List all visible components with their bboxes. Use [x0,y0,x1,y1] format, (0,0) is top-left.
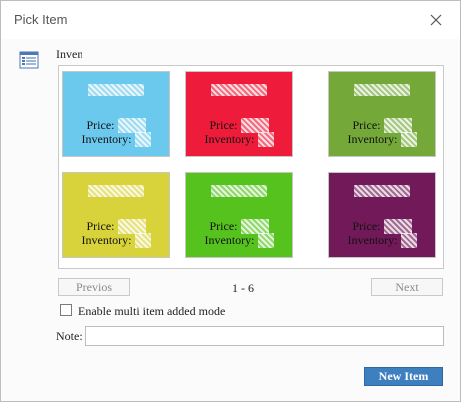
note-input[interactable] [85,326,444,346]
item-tile[interactable]: xxxxxxxx Price: 0000 Inventory: 00 [185,71,293,157]
item-name: xxxxxxxx [186,84,292,96]
close-button[interactable] [425,9,447,31]
item-name: xxxxxxxx [63,185,169,197]
item-inventory: Inventory: 00 [186,132,292,147]
item-name: xxxxxxxx [186,185,292,197]
multi-item-mode-checkbox[interactable] [60,304,72,316]
item-tile[interactable]: xxxxxxxx Price: 0000 Inventory: 00 [62,71,170,157]
note-label: Note: [56,329,83,343]
item-grid: xxxxxxxx Price: 0000 Inventory: 00 xxxxx… [58,65,444,269]
new-item-button[interactable]: New Item [364,367,443,386]
item-inventory: Inventory: 00 [186,233,292,248]
item-price: Price: 0000 [63,118,169,133]
item-price: Price: 0000 [329,118,435,133]
item-tile[interactable]: xxxxxxxx Price: 0000 Inventory: 00 [62,172,170,258]
next-button[interactable]: Next [371,278,443,296]
item-tile[interactable]: xxxxxxxx Price: 0000 Inventory: 00 [185,172,293,258]
item-inventory: Inventory: 00 [63,132,169,147]
item-inventory: Inventory: 00 [329,132,435,147]
title-bar: Pick Item [1,1,460,39]
item-name: xxxxxxxx [329,185,435,197]
section-label: Inventory [56,47,82,61]
item-price: Price: 0000 [63,219,169,234]
item-name: xxxxxxxx [329,84,435,96]
item-inventory: Inventory: 00 [329,233,435,248]
previous-button[interactable]: Previos [58,278,130,296]
pick-item-dialog: Pick Item Inventory xxxxxxxx Price: 0000… [0,0,461,402]
item-tile[interactable]: xxxxxxxx Price: 0000 Inventory: 00 [328,71,436,157]
item-price: Price: 0000 [186,219,292,234]
close-icon [430,14,442,26]
item-tile[interactable]: xxxxxxxx Price: 0000 Inventory: 00 [328,172,436,258]
multi-item-mode-label: Enable multi item added mode [78,304,226,318]
page-range: 1 - 6 [232,281,254,295]
item-name: xxxxxxxx [63,84,169,96]
item-price: Price: 0000 [186,118,292,133]
document-list-icon [19,51,39,69]
item-price: Price: 0000 [329,219,435,234]
dialog-title: Pick Item [14,12,68,27]
item-inventory: Inventory: 00 [63,233,169,248]
